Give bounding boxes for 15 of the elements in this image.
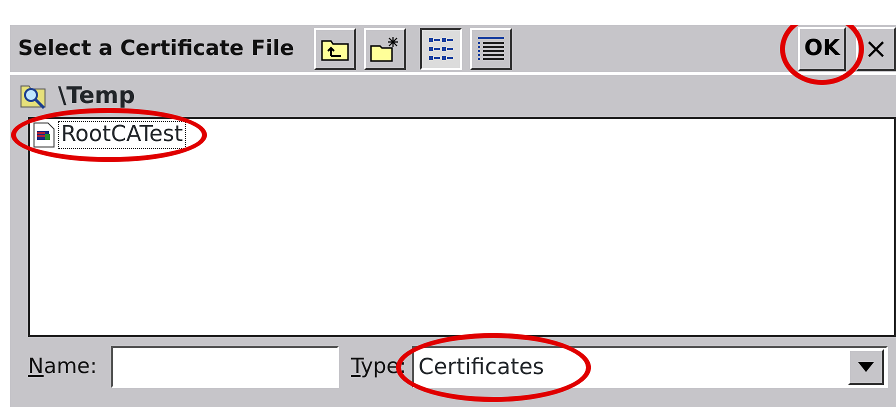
new-folder-button[interactable]: [364, 28, 406, 70]
list-view-button[interactable]: [420, 28, 462, 70]
dialog-title: Select a Certificate File: [18, 34, 294, 62]
file-item[interactable]: RootCATest: [59, 122, 185, 148]
details-view-button[interactable]: [470, 28, 512, 70]
type-dropdown[interactable]: Certificates: [412, 346, 888, 388]
field-label: Name:: [28, 353, 98, 380]
up-folder-button[interactable]: [314, 28, 356, 70]
ok-button[interactable]: OK: [798, 26, 846, 70]
details-view-icon: [476, 36, 506, 62]
name-field[interactable]: [111, 346, 340, 388]
new-folder-icon: [370, 36, 400, 62]
folder-path: \Temp: [58, 82, 136, 111]
list-view-icon: [427, 36, 456, 62]
close-button[interactable]: ×: [856, 26, 896, 70]
